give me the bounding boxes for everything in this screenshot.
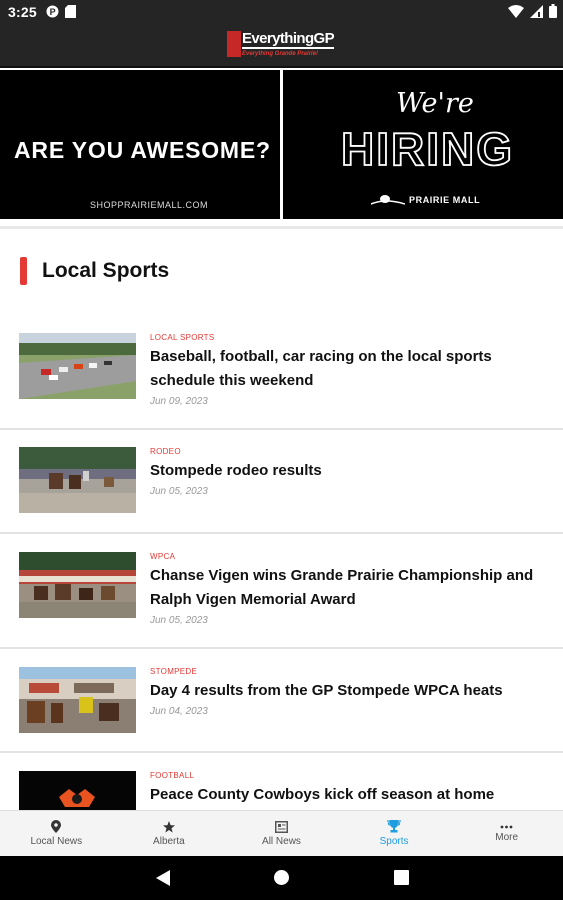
banner-right-panel: We're HIRING PRAIRIE MALL <box>283 70 563 219</box>
nav-label: Sports <box>379 836 409 847</box>
back-button[interactable] <box>155 869 171 887</box>
article-category: STOMPEDE <box>150 667 198 676</box>
app-notification-icon: P <box>46 5 59 18</box>
article-thumbnail <box>19 552 136 618</box>
article-headline[interactable]: Stompede rodeo results <box>150 459 550 483</box>
nav-label: More <box>495 831 519 843</box>
wifi-icon <box>508 4 524 18</box>
prairie-mall-logo: PRAIRIE MALL <box>371 194 480 206</box>
bottom-navigation: Local News Alberta All News Sports More <box>0 810 563 856</box>
home-button[interactable] <box>273 869 290 886</box>
status-bar: 3:25 P <box>0 0 563 24</box>
article-item[interactable]: RODEO Stompede rodeo results Jun 05, 202… <box>0 432 563 534</box>
nav-alberta[interactable]: Alberta <box>113 811 226 856</box>
nav-local-news[interactable]: Local News <box>0 811 113 856</box>
system-navigation-bar <box>0 856 563 900</box>
nav-label: Local News <box>30 836 83 847</box>
sd-card-icon <box>65 5 76 18</box>
article-date: Jun 09, 2023 <box>150 396 208 407</box>
status-time: 3:25 <box>8 4 37 20</box>
prairie-mall-label: PRAIRIE MALL <box>409 195 481 205</box>
newspaper-icon <box>274 820 288 833</box>
article-headline[interactable]: Peace County Cowboys kick off season at … <box>150 783 550 810</box>
trophy-icon <box>387 820 402 833</box>
nav-label: Alberta <box>153 835 185 847</box>
logo-tagline: Everything Grande Prairie! <box>242 51 319 57</box>
everythinggp-logo[interactable]: EverythingGP Everything Grande Prairie! <box>227 30 335 61</box>
prairie-mall-icon <box>371 195 405 205</box>
recents-button[interactable] <box>394 870 409 885</box>
article-category: WPCA <box>150 552 176 561</box>
nav-label: All News <box>262 835 301 847</box>
article-headline[interactable]: Chanse Vigen wins Grande Prairie Champio… <box>150 564 550 612</box>
article-thumbnail <box>19 447 136 513</box>
nav-sports[interactable]: Sports <box>338 811 451 856</box>
article-item[interactable]: WPCA Chanse Vigen wins Grande Prairie Ch… <box>0 536 563 649</box>
article-headline[interactable]: Day 4 results from the GP Stompede WPCA … <box>150 679 550 703</box>
banner-hiring-text: HIRING <box>340 122 514 176</box>
banner-headline: ARE YOU AWESOME? <box>14 137 271 163</box>
banner-were-text: We're <box>396 88 474 119</box>
section-header: Local Sports <box>20 257 169 285</box>
divider <box>0 226 563 229</box>
banner-left-panel: ARE YOU AWESOME? SHOPPRAIRIEMALL.COM <box>0 70 280 219</box>
logo-mark <box>227 31 241 57</box>
battery-icon <box>549 4 557 18</box>
article-thumbnail <box>19 667 136 733</box>
article-thumbnail <box>19 771 136 810</box>
app-header: EverythingGP Everything Grande Prairie! <box>0 24 563 68</box>
article-category: FOOTBALL <box>150 771 195 780</box>
article-category: RODEO <box>150 447 181 456</box>
article-headline[interactable]: Baseball, football, car racing on the lo… <box>150 345 550 393</box>
ad-banner[interactable]: ARE YOU AWESOME? SHOPPRAIRIEMALL.COM We'… <box>0 70 563 219</box>
article-item[interactable]: FOOTBALL Peace County Cowboys kick off s… <box>0 755 563 810</box>
article-date: Jun 05, 2023 <box>150 486 208 497</box>
section-title: Local Sports <box>42 259 170 282</box>
nav-all-news[interactable]: All News <box>225 811 338 856</box>
section-accent-bar <box>20 257 27 285</box>
article-category: LOCAL SPORTS <box>150 333 215 342</box>
article-date: Jun 04, 2023 <box>150 706 208 717</box>
article-date: Jun 05, 2023 <box>150 615 208 626</box>
article-thumbnail <box>19 333 136 399</box>
article-item[interactable]: STOMPEDE Day 4 results from the GP Stomp… <box>0 651 563 753</box>
nav-more[interactable]: More <box>450 811 563 856</box>
more-dots-icon <box>500 825 513 828</box>
signal-icon <box>530 4 543 18</box>
banner-url: SHOPPRAIRIEMALL.COM <box>90 200 209 210</box>
logo-text: EverythingGP <box>242 30 335 49</box>
svg-text:P: P <box>50 7 56 17</box>
article-item[interactable]: LOCAL SPORTS Baseball, football, car rac… <box>0 318 563 430</box>
star-icon <box>162 820 175 833</box>
location-pin-icon <box>51 820 62 833</box>
